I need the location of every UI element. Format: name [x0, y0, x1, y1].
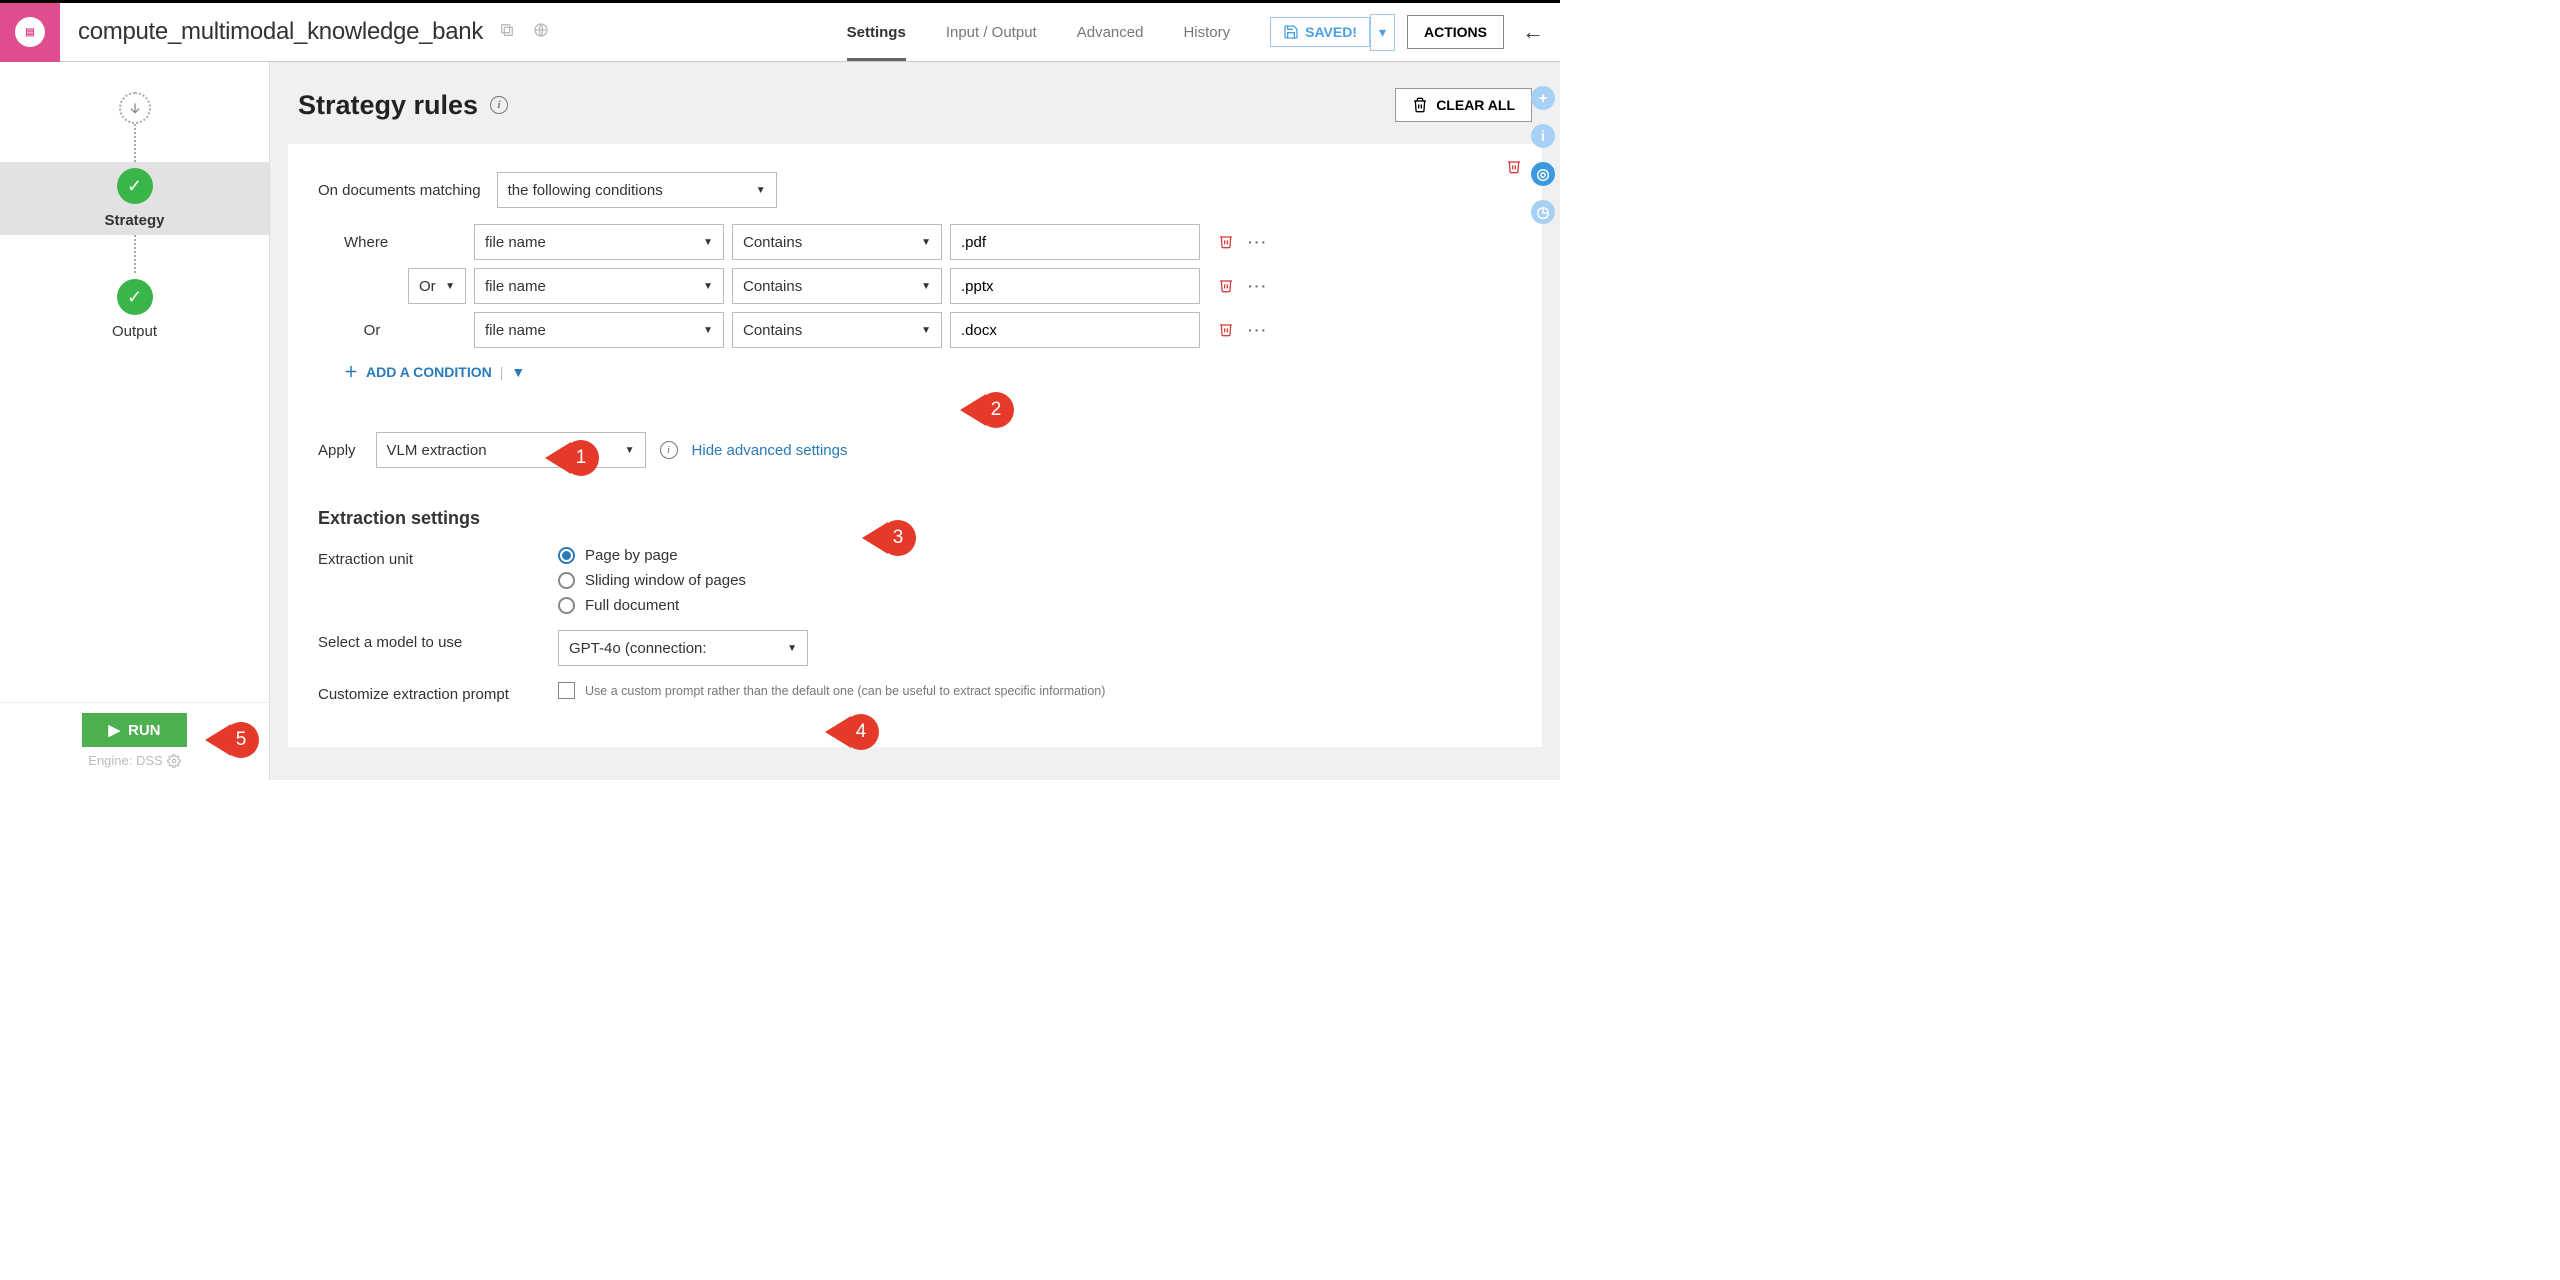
logo-icon: ▤	[15, 17, 45, 47]
operator-select[interactable]: Contains▼	[732, 312, 942, 348]
tab-settings[interactable]: Settings	[827, 3, 926, 61]
delete-condition-button[interactable]	[1218, 233, 1234, 252]
run-label: RUN	[128, 722, 161, 739]
flow-node-strategy[interactable]: ✓ Strategy	[0, 162, 269, 235]
back-arrow-icon[interactable]: ←	[1522, 19, 1544, 45]
condition-row: Or file name▼ Contains▼ ···	[344, 312, 1512, 348]
delete-rule-button[interactable]	[1506, 158, 1522, 177]
field-select[interactable]: file name▼	[474, 312, 724, 348]
apply-method-select[interactable]: VLM extraction▼	[376, 432, 646, 468]
info-icon[interactable]: i	[490, 96, 508, 114]
flow-input-node[interactable]	[119, 92, 151, 124]
radio-full-document[interactable]: Full document	[558, 597, 746, 614]
saved-dropdown[interactable]: ▾	[1370, 14, 1395, 51]
app-logo[interactable]: ▤	[0, 3, 60, 62]
conditions-group: Where file name▼ Contains▼ ··· Or▼	[344, 224, 1512, 382]
info-icon[interactable]: i	[660, 441, 678, 459]
add-condition-button[interactable]: ＋ ADD A CONDITION | ▼	[344, 362, 1512, 382]
check-icon: ✓	[117, 168, 153, 204]
trash-icon	[1506, 158, 1522, 174]
main-panel: Strategy rules i CLEAR ALL On documents …	[270, 62, 1560, 780]
value-input[interactable]	[950, 312, 1200, 348]
radio-icon	[558, 547, 575, 564]
rail-history-icon[interactable]: ◷	[1531, 200, 1555, 224]
field-select[interactable]: file name▼	[474, 224, 724, 260]
apply-label: Apply	[318, 442, 356, 459]
value-input[interactable]	[950, 268, 1200, 304]
node-label: Output	[112, 323, 157, 340]
condition-row: Where file name▼ Contains▼ ···	[344, 224, 1512, 260]
play-icon: ▶	[108, 721, 120, 739]
right-rail: + i ◎ ◷	[1526, 64, 1560, 224]
delete-condition-button[interactable]	[1218, 277, 1234, 296]
engine-label[interactable]: Engine: DSS	[88, 753, 180, 768]
model-select[interactable]: GPT-4o (connection:▼	[558, 630, 808, 666]
node-label: Strategy	[104, 212, 164, 229]
delete-condition-button[interactable]	[1218, 321, 1234, 340]
model-label: Select a model to use	[318, 630, 558, 651]
operator-select[interactable]: Contains▼	[732, 224, 942, 260]
extraction-unit-radios: Page by page Sliding window of pages Ful…	[558, 547, 746, 614]
value-input[interactable]	[950, 224, 1200, 260]
gear-icon	[167, 754, 181, 768]
customize-prompt-hint: Use a custom prompt rather than the defa…	[585, 684, 1105, 698]
recipe-title: compute_multimodal_knowledge_bank	[78, 18, 483, 46]
radio-sliding-window[interactable]: Sliding window of pages	[558, 572, 746, 589]
tab-input-output[interactable]: Input / Output	[926, 3, 1057, 61]
top-tabs: Settings Input / Output Advanced History	[827, 3, 1250, 61]
operator-select[interactable]: Contains▼	[732, 268, 942, 304]
where-label: Where	[344, 234, 400, 251]
globe-icon[interactable]	[533, 22, 553, 42]
joiner-label: Or	[344, 322, 400, 339]
more-icon[interactable]: ···	[1248, 234, 1268, 250]
saved-button[interactable]: SAVED!	[1270, 17, 1370, 47]
customize-prompt-checkbox[interactable]	[558, 682, 575, 699]
field-select[interactable]: file name▼	[474, 268, 724, 304]
page-title: Strategy rules i	[298, 90, 508, 121]
radio-page-by-page[interactable]: Page by page	[558, 547, 746, 564]
saved-label: SAVED!	[1305, 24, 1357, 40]
extraction-settings-heading: Extraction settings	[318, 508, 1512, 529]
rail-info-icon[interactable]: i	[1531, 124, 1555, 148]
matching-mode-select[interactable]: the following conditions▼	[497, 172, 777, 208]
add-condition-label: ADD A CONDITION	[366, 364, 492, 380]
more-icon[interactable]: ···	[1248, 278, 1268, 294]
tab-history[interactable]: History	[1163, 3, 1250, 61]
more-icon[interactable]: ···	[1248, 322, 1268, 338]
customize-prompt-label: Customize extraction prompt	[318, 682, 558, 703]
rail-add-icon[interactable]: +	[1531, 86, 1555, 110]
plus-icon: ＋	[344, 362, 358, 382]
run-button[interactable]: ▶ RUN	[82, 713, 186, 747]
copy-icon[interactable]	[499, 22, 519, 42]
extraction-unit-label: Extraction unit	[318, 547, 558, 568]
tab-advanced[interactable]: Advanced	[1057, 3, 1164, 61]
rule-card: On documents matching the following cond…	[288, 144, 1542, 747]
check-icon: ✓	[117, 279, 153, 315]
left-sidebar: ✓ Strategy ✓ Output ▶ RUN Engine: DSS	[0, 62, 270, 780]
chevron-down-icon[interactable]: ▼	[511, 364, 525, 380]
flow-node-output[interactable]: ✓ Output	[0, 273, 269, 346]
sidebar-footer: ▶ RUN Engine: DSS	[0, 702, 269, 780]
matching-label: On documents matching	[318, 182, 481, 199]
joiner-select[interactable]: Or▼	[408, 268, 466, 304]
rail-chat-icon[interactable]: ◎	[1531, 162, 1555, 186]
radio-icon	[558, 597, 575, 614]
flow-diagram: ✓ Strategy ✓ Output	[0, 62, 269, 702]
trash-icon	[1412, 97, 1428, 113]
arrow-down-icon	[127, 100, 143, 116]
condition-row: Or▼ file name▼ Contains▼ ···	[344, 268, 1512, 304]
radio-icon	[558, 572, 575, 589]
save-icon	[1283, 24, 1299, 40]
clear-all-label: CLEAR ALL	[1436, 97, 1515, 113]
hide-advanced-link[interactable]: Hide advanced settings	[692, 442, 848, 459]
top-bar: ▤ compute_multimodal_knowledge_bank Sett…	[0, 0, 1560, 62]
actions-button[interactable]: ACTIONS	[1407, 15, 1504, 49]
clear-all-button[interactable]: CLEAR ALL	[1395, 88, 1532, 122]
